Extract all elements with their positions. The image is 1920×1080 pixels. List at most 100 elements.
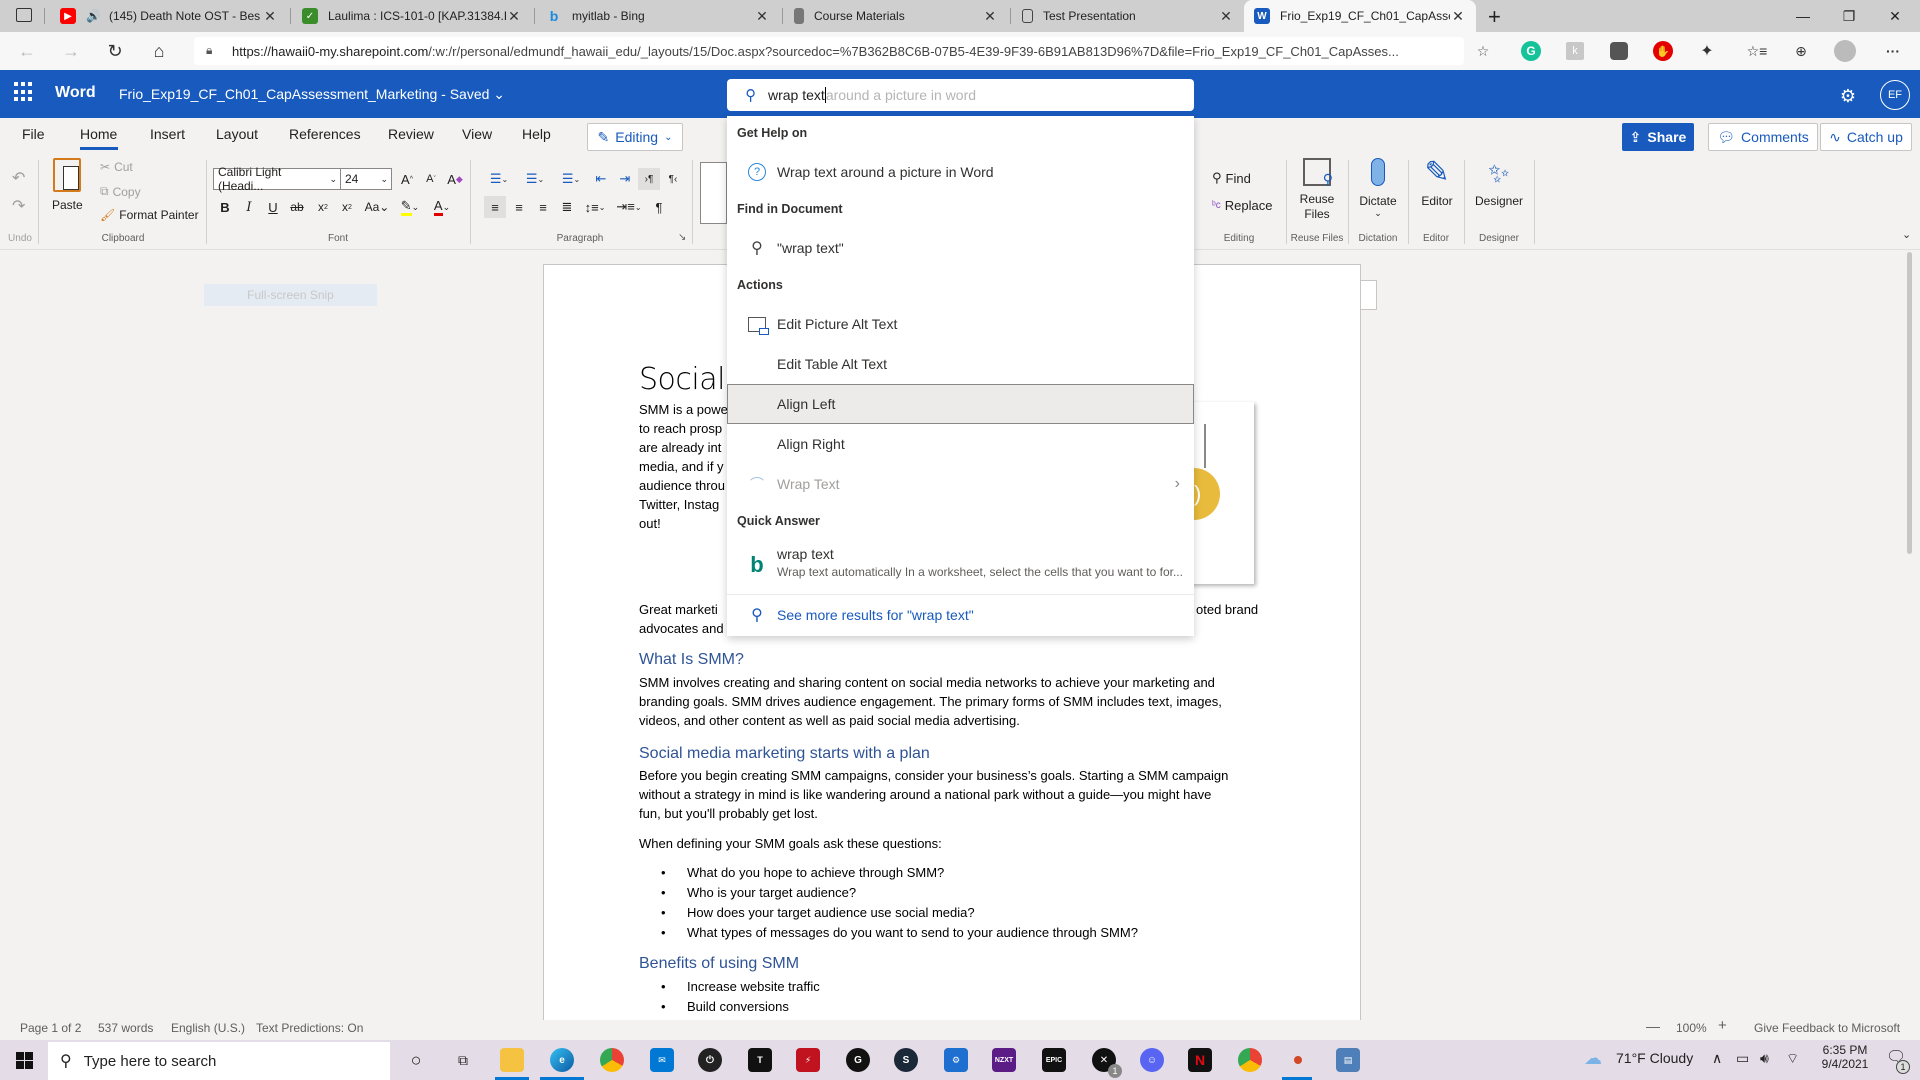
- browser-tab-course-materials[interactable]: Course Materials ✕: [784, 0, 1008, 32]
- address-bar[interactable]: 🔒︎ https://hawaii0-my.sharepoint.com/:w:…: [194, 37, 1464, 65]
- tab-view[interactable]: View: [462, 126, 492, 142]
- heading-benefits[interactable]: Benefits of using SMM: [639, 955, 799, 973]
- mail-icon[interactable]: ✉: [646, 1044, 678, 1076]
- profile-icon[interactable]: [1832, 38, 1858, 64]
- list-item[interactable]: Build conversions: [639, 997, 820, 1017]
- superscript-button[interactable]: x2: [336, 196, 358, 218]
- tab-actions-icon[interactable]: [16, 8, 32, 22]
- dictate-button[interactable]: Dictate ⌄: [1354, 158, 1402, 219]
- clear-formatting-icon[interactable]: A ◆: [444, 168, 466, 190]
- ltr-button[interactable]: ›¶: [638, 168, 660, 190]
- forward-button[interactable]: →: [56, 36, 86, 66]
- powerpoint-icon[interactable]: [1282, 1044, 1314, 1076]
- language-indicator[interactable]: English (U.S.): [171, 1021, 245, 1035]
- task-view-icon[interactable]: ⧉: [447, 1044, 479, 1076]
- icue-icon[interactable]: ⏻: [694, 1044, 726, 1076]
- tab-review[interactable]: Review: [388, 126, 434, 142]
- minimize-button[interactable]: —: [1780, 0, 1826, 32]
- help-item-wrap-text[interactable]: ? Wrap text around a picture in Word: [727, 152, 1194, 192]
- paragraph-great-marketing[interactable]: Great marketi advocates and: [639, 600, 724, 638]
- tab-file[interactable]: File: [22, 126, 45, 142]
- scrollbar-thumb[interactable]: [1907, 252, 1912, 554]
- find-item-wrap-text[interactable]: ⚲ "wrap text": [727, 228, 1194, 268]
- tab-references[interactable]: References: [289, 126, 361, 142]
- browser-tab-bing[interactable]: b myitlab - Bing ✕: [536, 0, 780, 32]
- replace-button[interactable]: ᵇc Replace: [1212, 198, 1272, 213]
- highlight-color-button[interactable]: ✎ ⌄: [396, 196, 424, 218]
- search-input[interactable]: ⚲ wrap text around a picture in word: [727, 79, 1194, 111]
- list-item[interactable]: What do you hope to achieve through SMM?: [639, 863, 1138, 883]
- intro-paragraph[interactable]: SMM is a powe to reach prosp are already…: [639, 400, 728, 533]
- weather-cloud-icon[interactable]: ☁: [1584, 1048, 1602, 1069]
- paragraph-questions-intro[interactable]: When defining your SMM goals ask these q…: [639, 834, 942, 853]
- paragraph-smm-plan[interactable]: Before you begin creating SMM campaigns,…: [639, 766, 1228, 823]
- home-button[interactable]: ⌂: [144, 36, 174, 66]
- zoom-in-button[interactable]: +: [1718, 1017, 1727, 1034]
- editing-mode-button[interactable]: ✎ Editing ⌄: [587, 123, 683, 151]
- audio-playing-icon[interactable]: 🔊: [86, 9, 101, 23]
- grow-font-icon[interactable]: A ^: [396, 168, 418, 190]
- cut-button[interactable]: ✂ Cut: [100, 160, 133, 174]
- browser-tab-laulima[interactable]: ✓ Laulima : ICS-101-0 [KAP.31384.F ✕: [292, 0, 532, 32]
- lock-icon[interactable]: 🔒︎: [206, 43, 212, 58]
- close-tab-icon[interactable]: ✕: [754, 8, 770, 25]
- close-window-button[interactable]: ✕: [1872, 0, 1918, 32]
- windows-start-button[interactable]: [8, 1044, 40, 1076]
- extension-icon[interactable]: k: [1562, 38, 1588, 64]
- flash-app-icon[interactable]: ⚡: [792, 1044, 824, 1076]
- align-right-button[interactable]: ≡: [532, 196, 554, 218]
- close-tab-icon[interactable]: ✕: [1450, 8, 1466, 25]
- underline-button[interactable]: U: [262, 196, 284, 218]
- word-count[interactable]: 537 words: [98, 1021, 153, 1035]
- add-favorite-icon[interactable]: ☆: [1470, 38, 1496, 64]
- wifi-icon[interactable]: ⌔: [1786, 1050, 1799, 1068]
- show-hidden-icons-chevron[interactable]: ∧: [1712, 1050, 1722, 1067]
- list-item[interactable]: Increase website traffic: [639, 977, 820, 997]
- restore-button[interactable]: ❐: [1826, 0, 1872, 32]
- action-edit-picture-alt-text[interactable]: Edit Picture Alt Text: [727, 304, 1194, 344]
- discord-icon[interactable]: ☺: [1136, 1044, 1168, 1076]
- redo-icon[interactable]: ↷: [12, 196, 25, 216]
- font-color-button[interactable]: A ⌄: [428, 196, 456, 218]
- logitech-g-hub-icon[interactable]: G: [842, 1044, 874, 1076]
- clock[interactable]: 6:35 PM 9/4/2021: [1810, 1043, 1880, 1071]
- justify-button[interactable]: ≣: [556, 196, 578, 218]
- close-tab-icon[interactable]: ✕: [1218, 8, 1234, 25]
- volume-icon[interactable]: 🔊︎: [1760, 1050, 1769, 1067]
- tab-insert[interactable]: Insert: [150, 126, 185, 142]
- reuse-files-button[interactable]: ⚲ Reuse Files: [1292, 158, 1342, 222]
- text-predictions-status[interactable]: Text Predictions: On: [256, 1021, 363, 1035]
- action-align-right[interactable]: Align Right: [727, 424, 1194, 464]
- increase-indent-button[interactable]: ⇥: [614, 168, 636, 190]
- bold-button[interactable]: B: [214, 196, 236, 218]
- subscript-button[interactable]: x2: [312, 196, 334, 218]
- align-left-button[interactable]: ≡: [484, 196, 506, 218]
- copy-button[interactable]: ⧉ Copy: [100, 184, 141, 199]
- line-spacing-button[interactable]: ↕≡ ⌄: [580, 196, 610, 218]
- find-button[interactable]: ⚲ Find: [1212, 170, 1251, 186]
- thermaltake-icon[interactable]: T: [744, 1044, 776, 1076]
- zoom-level[interactable]: 100%: [1676, 1021, 1707, 1035]
- change-case-button[interactable]: Aa⌄: [362, 196, 392, 218]
- catch-up-button[interactable]: ∿ Catch up: [1820, 123, 1912, 151]
- paragraph-what-is-smm[interactable]: SMM involves creating and sharing conten…: [639, 673, 1222, 730]
- steam-icon[interactable]: S: [890, 1044, 922, 1076]
- show-paragraph-marks-button[interactable]: ¶: [648, 196, 670, 218]
- avatar[interactable]: EF: [1880, 80, 1910, 110]
- italic-button[interactable]: I: [238, 196, 260, 218]
- app-name[interactable]: Word: [55, 84, 96, 102]
- list-item[interactable]: What types of messages do you want to se…: [639, 923, 1138, 943]
- action-edit-table-alt-text[interactable]: Edit Table Alt Text: [727, 344, 1194, 384]
- browser-tab-youtube[interactable]: ▶ 🔊 (145) Death Note OST - Bes ✕: [50, 0, 288, 32]
- tab-help[interactable]: Help: [522, 126, 551, 142]
- page-count[interactable]: Page 1 of 2: [20, 1021, 81, 1035]
- styles-gallery[interactable]: [700, 162, 727, 224]
- tab-home[interactable]: Home: [80, 126, 117, 142]
- numbering-button[interactable]: ☰ ⌄: [520, 168, 550, 190]
- cortana-icon[interactable]: ○: [400, 1044, 432, 1076]
- paste-button[interactable]: Paste: [52, 158, 83, 212]
- font-size-dropdown[interactable]: 24 ⌄: [340, 168, 392, 190]
- close-tab-icon[interactable]: ✕: [506, 8, 522, 25]
- netflix-icon[interactable]: N: [1184, 1044, 1216, 1076]
- grammarly-extension-icon[interactable]: G: [1518, 38, 1544, 64]
